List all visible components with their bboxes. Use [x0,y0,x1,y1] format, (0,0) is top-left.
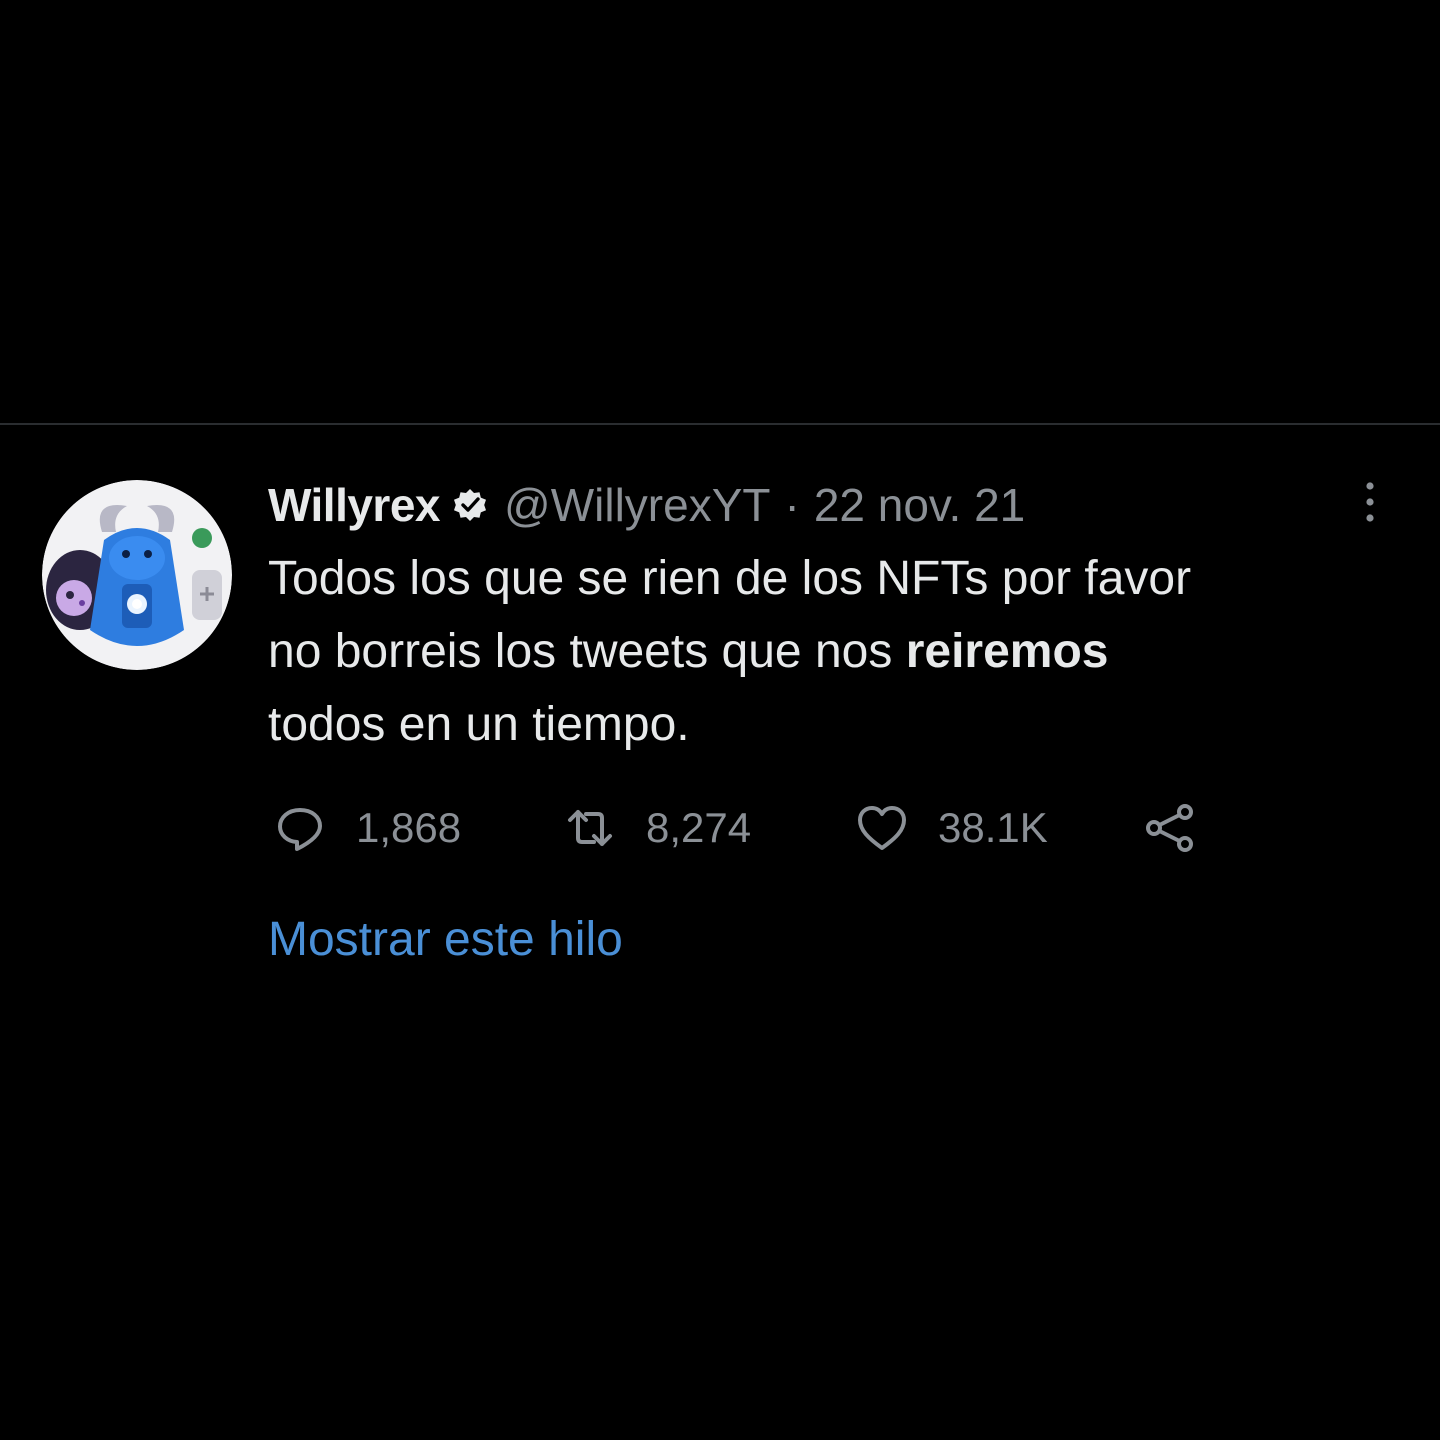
separator-dot: · [784,479,800,531]
tweet-text-line-2: no borreis los tweets que nos reiremos [268,615,1408,688]
more-vertical-icon[interactable] [1356,478,1384,526]
tweet-header: Willyrex @WillyrexYT · 22 nov. 21 [268,470,1025,540]
retweet-button[interactable]: 8,274 [562,796,751,860]
display-name[interactable]: Willyrex [268,478,441,532]
avatar-image [42,480,232,670]
like-count: 38.1K [938,804,1048,851]
tweet-text-line-2-regular: no borreis los tweets que nos [268,625,906,678]
share-button[interactable] [1142,796,1198,860]
retweet-icon [568,810,612,846]
show-thread-link[interactable]: Mostrar este hilo [268,912,623,967]
heart-icon [858,806,906,850]
verified-badge-icon [454,489,487,521]
top-divider [0,423,1440,425]
tweet-text-bold-word: reiremos [905,625,1109,678]
reply-icon [278,808,322,851]
user-handle[interactable]: @WillyrexYT [504,478,770,532]
retweet-count: 8,274 [646,804,752,851]
reply-count: 1,868 [356,804,462,851]
like-button[interactable]: 38.1K [854,796,1048,860]
tweet-text: Todos los que se rien de los NFTs por fa… [268,542,1408,761]
tweet-text-line-3: todos en un tiempo. [268,698,690,751]
share-icon [1146,804,1193,852]
tweet-date[interactable]: 22 nov. 21 [814,478,1025,532]
reply-button[interactable]: 1,868 [272,796,461,860]
avatar[interactable] [42,480,232,670]
tweet-text-line-1: Todos los que se rien de los NFTs por fa… [268,552,1192,605]
